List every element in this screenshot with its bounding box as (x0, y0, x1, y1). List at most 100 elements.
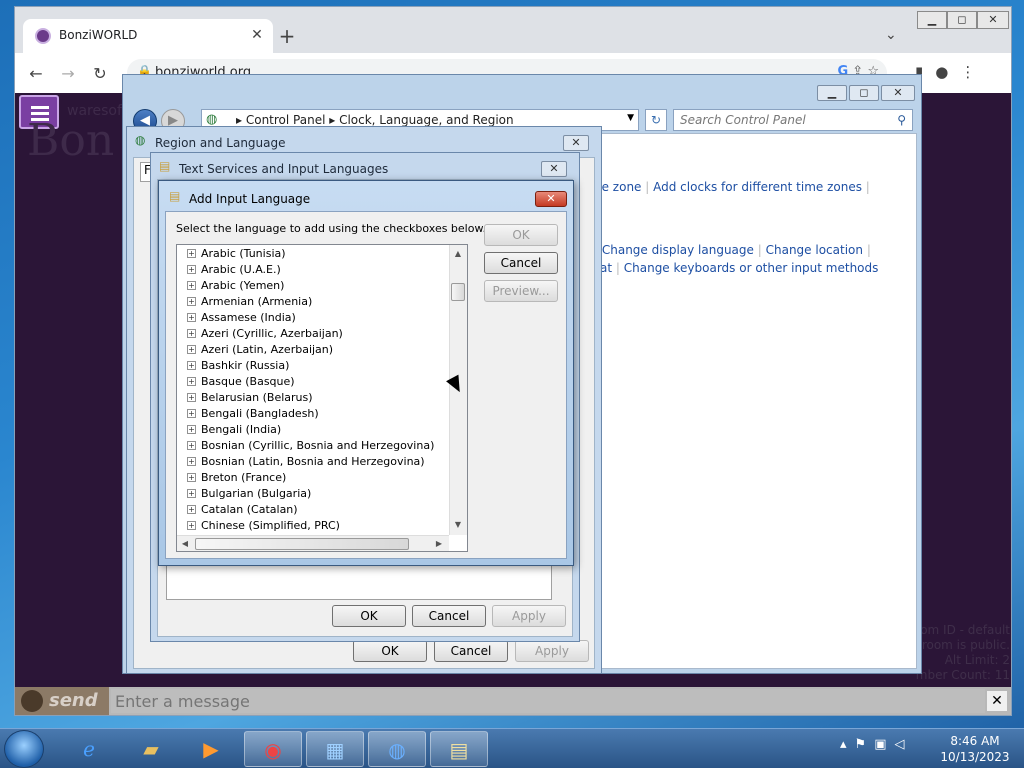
minimize-button[interactable]: ▁ (817, 85, 847, 101)
breadcrumb-clock-language-region[interactable]: Clock, Language, and Region (339, 113, 514, 127)
chevron-up-icon[interactable]: ▴ (840, 737, 855, 752)
language-tree[interactable]: + Arabic (Tunisia) + Arabic (U.A.E.) + Arabic… (176, 244, 468, 552)
expand-icon[interactable]: + (187, 393, 196, 402)
expand-icon[interactable]: + (187, 329, 196, 338)
expand-icon[interactable]: + (187, 457, 196, 466)
search-input[interactable]: Search Control Panel ⚲ (673, 109, 913, 131)
restore-button[interactable]: ◻ (947, 11, 977, 29)
minimize-button[interactable]: ▁ (917, 11, 947, 29)
chevron-down-icon[interactable]: ▼ (627, 113, 634, 123)
plus-icon[interactable]: + (275, 25, 299, 49)
close-icon[interactable]: ✕ (535, 191, 567, 207)
expand-icon[interactable]: + (187, 425, 196, 434)
list-item[interactable]: + Arabic (U.A.E.) (187, 262, 281, 278)
scroll-up-arrow-icon[interactable]: ▲ (450, 246, 466, 262)
close-icon[interactable]: ✕ (541, 161, 567, 177)
expand-icon[interactable]: + (187, 473, 196, 482)
browser-tab[interactable]: BonziWORLD ✕ (23, 19, 273, 53)
close-icon[interactable]: ✕ (247, 25, 267, 45)
close-icon[interactable]: ✕ (563, 135, 589, 151)
cancel-button[interactable]: Cancel (434, 640, 508, 662)
expand-icon[interactable]: + (187, 409, 196, 418)
flag-icon[interactable]: ⚑ (855, 737, 875, 752)
message-input[interactable] (111, 689, 985, 713)
forward-arrow-icon[interactable]: → (57, 63, 79, 85)
expand-icon[interactable]: + (187, 249, 196, 258)
list-item[interactable]: + Bosnian (Latin, Bosnia and Herzegovina) (187, 454, 425, 470)
keyboard-icon[interactable]: ▤ (430, 731, 488, 767)
scroll-right-arrow-icon[interactable]: ▶ (431, 536, 447, 551)
apply-button[interactable]: Apply (492, 605, 566, 627)
close-icon[interactable]: ✕ (987, 691, 1007, 711)
scroll-left-arrow-icon[interactable]: ◀ (177, 536, 193, 551)
link-change-display-language[interactable]: Change display language (602, 243, 754, 257)
apply-button[interactable]: Apply (515, 640, 589, 662)
link-add-clocks[interactable]: Add clocks for different time zones (653, 180, 862, 194)
reload-icon[interactable]: ↻ (89, 63, 111, 85)
ie-icon[interactable]: ℯ (60, 731, 118, 767)
list-item[interactable]: + Arabic (Yemen) (187, 278, 284, 294)
expand-icon[interactable]: + (187, 313, 196, 322)
bonzi-icon (21, 690, 43, 712)
list-item[interactable]: + Bengali (Bangladesh) (187, 406, 319, 422)
language-label: Arabic (U.A.E.) (201, 263, 281, 276)
list-item[interactable]: + Arabic (Tunisia) (187, 246, 286, 262)
globe-icon: ◍ (206, 112, 218, 127)
list-item[interactable]: + Catalan (Catalan) (187, 502, 298, 518)
list-item[interactable]: + Bosnian (Cyrillic, Bosnia and Herzegovi… (187, 438, 434, 454)
cancel-button[interactable]: Cancel (412, 605, 486, 627)
control-panel-icon[interactable]: ▦ (306, 731, 364, 767)
ok-button[interactable]: OK (332, 605, 406, 627)
folder-icon[interactable]: ▰ (122, 731, 180, 767)
list-item[interactable]: + Bashkir (Russia) (187, 358, 289, 374)
expand-icon[interactable]: + (187, 505, 196, 514)
expand-icon[interactable]: + (187, 361, 196, 370)
media-player-icon[interactable]: ▶ (182, 731, 240, 767)
link-change-location[interactable]: Change location (766, 243, 863, 257)
expand-icon[interactable]: + (187, 489, 196, 498)
scroll-down-arrow-icon[interactable]: ▼ (450, 517, 466, 533)
breadcrumb-control-panel[interactable]: Control Panel (246, 113, 326, 127)
kebab-menu-icon[interactable]: ⋮ (960, 63, 987, 81)
expand-icon[interactable]: + (187, 377, 196, 386)
list-item[interactable]: + Armenian (Armenia) (187, 294, 312, 310)
list-item[interactable]: + Basque (Basque) (187, 374, 295, 390)
expand-icon[interactable]: + (187, 281, 196, 290)
close-window-button[interactable]: ✕ (881, 85, 915, 101)
back-arrow-icon[interactable]: ← (25, 63, 47, 85)
refresh-icon[interactable]: ↻ (645, 109, 667, 131)
list-item[interactable]: + Azeri (Cyrillic, Azerbaijan) (187, 326, 343, 342)
expand-icon[interactable]: + (187, 345, 196, 354)
list-item[interactable]: + Chinese (Simplified, PRC) (187, 518, 340, 534)
close-window-button[interactable]: ✕ (977, 11, 1009, 29)
send-button[interactable]: send (15, 687, 109, 715)
links-row-region: | Change display language | Change locat… (594, 243, 871, 257)
cancel-button[interactable]: Cancel (484, 252, 558, 274)
expand-icon[interactable]: + (187, 521, 196, 530)
preview-button[interactable]: Preview... (484, 280, 558, 302)
ok-button[interactable]: OK (484, 224, 558, 246)
chevron-down-icon[interactable]: ⌄ (885, 27, 897, 43)
network-icon[interactable]: ▣ (874, 737, 894, 752)
list-item[interactable]: + Belarusian (Belarus) (187, 390, 313, 406)
network-icon[interactable]: ◍ (368, 731, 426, 767)
list-item[interactable]: + Breton (France) (187, 470, 286, 486)
list-item[interactable]: + Assamese (India) (187, 310, 296, 326)
maximize-button[interactable]: ◻ (849, 85, 879, 101)
list-item[interactable]: + Bengali (India) (187, 422, 281, 438)
list-item[interactable]: + Azeri (Latin, Azerbaijan) (187, 342, 333, 358)
link-change-keyboards[interactable]: Change keyboards or other input methods (624, 261, 879, 275)
scroll-thumb[interactable] (451, 283, 465, 301)
volume-mute-icon[interactable]: ◁ (894, 737, 912, 752)
ok-button[interactable]: OK (353, 640, 427, 662)
clock[interactable]: 8:46 AM 10/13/2023 (940, 733, 1010, 765)
scroll-thumb-horizontal[interactable] (195, 538, 409, 550)
windows-start-icon[interactable] (4, 730, 44, 768)
expand-icon[interactable]: + (187, 265, 196, 274)
profile-icon[interactable]: ● (935, 63, 960, 81)
expand-icon[interactable]: + (187, 441, 196, 450)
list-item[interactable]: + Bulgarian (Bulgaria) (187, 486, 311, 502)
horizontal-scrollbar[interactable]: ◀ ▶ (177, 535, 449, 551)
chrome-icon[interactable]: ◉ (244, 731, 302, 767)
expand-icon[interactable]: + (187, 297, 196, 306)
